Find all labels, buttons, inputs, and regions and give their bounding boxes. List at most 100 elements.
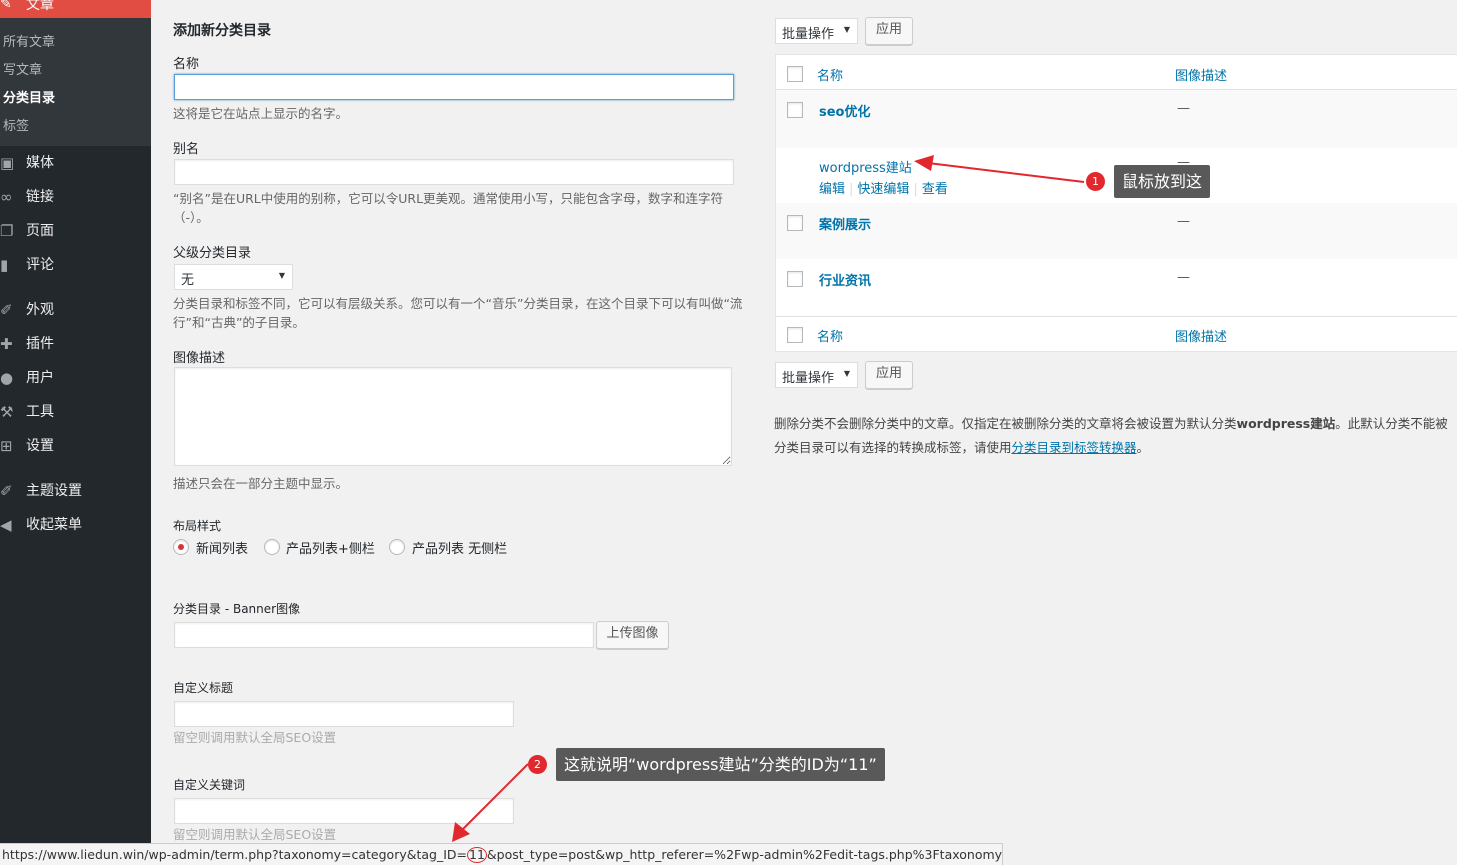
row-checkbox[interactable] bbox=[787, 215, 803, 231]
column-header-image-desc[interactable]: 图像描述 bbox=[1175, 65, 1227, 84]
column-header-name[interactable]: 名称 bbox=[817, 65, 843, 84]
name-input[interactable] bbox=[174, 74, 734, 100]
sidebar-item-label: 插件 bbox=[26, 336, 54, 352]
user-icon: ● bbox=[0, 369, 14, 387]
sidebar-item-label: 外观 bbox=[26, 302, 54, 318]
category-tag-converter-link[interactable]: 分类目录到标签转换器 bbox=[1012, 440, 1137, 455]
chevron-down-icon: ▼ bbox=[843, 25, 850, 34]
bulk-actions-select-top[interactable]: 批量操作 ▼ bbox=[775, 18, 858, 44]
category-name-link[interactable]: seo优化 bbox=[819, 101, 871, 120]
category-name-link[interactable]: 行业资讯 bbox=[819, 270, 871, 289]
sidebar-item-label: 媒体 bbox=[26, 155, 54, 171]
sidebar-item-label: 文章 bbox=[26, 0, 54, 13]
sidebar-item-plugins[interactable]: ✚ 插件 bbox=[0, 327, 151, 361]
column-footer-image-desc[interactable]: 图像描述 bbox=[1175, 326, 1227, 345]
parent-desc-line1: 分类目录和标签不同，它可以有层级关系。您可以有一个“音乐”分类目录，在这个目录下… bbox=[173, 296, 743, 311]
image-desc-textarea[interactable] bbox=[174, 367, 732, 466]
slug-label: 别名 bbox=[173, 142, 200, 157]
row-actions: 编辑 | 快速编辑 | 查看 bbox=[819, 178, 948, 197]
row-checkbox[interactable] bbox=[787, 271, 803, 287]
browser-status-bar: https://www.liedun.win/wp-admin/term.php… bbox=[0, 843, 1003, 865]
custom-keywords-input[interactable] bbox=[174, 798, 514, 824]
custom-title-label: 自定义标题 bbox=[173, 681, 234, 695]
sidebar-item-theme-settings[interactable]: ✐ 主题设置 bbox=[0, 474, 151, 508]
submenu-all-posts[interactable]: 所有文章 bbox=[3, 31, 55, 50]
submenu-tags[interactable]: 标签 bbox=[3, 115, 29, 134]
status-url-suffix: &post_type=post&wp_http_referer=%2Fwp-ad… bbox=[486, 847, 1003, 862]
sidebar-item-pages[interactable]: ❐ 页面 bbox=[0, 214, 151, 248]
footer-divider bbox=[776, 316, 1457, 317]
arrow-head-2 bbox=[452, 822, 470, 842]
select-all-checkbox-footer[interactable] bbox=[787, 327, 803, 343]
edit-link[interactable]: 编辑 bbox=[819, 182, 845, 197]
layout-option-label: 产品列表 无侧栏 bbox=[412, 542, 508, 557]
layout-option-label: 新闻列表 bbox=[196, 542, 249, 557]
sidebar-item-tools[interactable]: ⚒ 工具 bbox=[0, 395, 151, 429]
sidebar-item-users[interactable]: ● 用户 bbox=[0, 361, 151, 395]
comment-icon: ▮ bbox=[0, 256, 9, 274]
link-icon: ∞ bbox=[0, 188, 13, 206]
layout-radio-news[interactable] bbox=[173, 539, 189, 555]
select-all-checkbox[interactable] bbox=[787, 66, 803, 82]
note-text: 分类目录可以有选择的转换成标签，请使用 bbox=[774, 440, 1012, 455]
category-name-link[interactable]: 案例展示 bbox=[819, 214, 871, 233]
layout-radio-product-sidebar[interactable] bbox=[264, 539, 280, 555]
status-url-prefix: https://www.liedun.win/wp-admin/term.php… bbox=[2, 847, 468, 862]
submenu-categories[interactable]: 分类目录 bbox=[3, 87, 55, 106]
sidebar-item-comments[interactable]: ▮ 评论 bbox=[0, 248, 151, 282]
image-desc-label: 图像描述 bbox=[173, 351, 226, 366]
settings-icon: ⊞ bbox=[0, 437, 13, 455]
parent-description: 分类目录和标签不同，它可以有层级关系。您可以有一个“音乐”分类目录，在这个目录下… bbox=[173, 294, 773, 332]
separator: | bbox=[849, 182, 854, 197]
upload-image-button[interactable]: 上传图像 bbox=[596, 621, 669, 649]
sidebar-collapse-menu[interactable]: ◀ 收起菜单 bbox=[0, 508, 151, 542]
apply-button-bottom[interactable]: 应用 bbox=[865, 361, 913, 389]
image-desc-cell: — bbox=[1177, 270, 1190, 285]
sidebar-item-label: 链接 bbox=[26, 189, 54, 205]
sidebar-item-links[interactable]: ∞ 链接 bbox=[0, 180, 151, 214]
annotation-badge-1: 1 bbox=[1086, 172, 1105, 191]
note-text: 。 bbox=[1136, 440, 1150, 455]
sidebar-item-media[interactable]: ▣ 媒体 bbox=[0, 146, 151, 180]
sidebar-item-label: 设置 bbox=[26, 438, 54, 454]
custom-title-input[interactable] bbox=[174, 701, 514, 727]
bulk-actions-value: 批量操作 bbox=[782, 371, 835, 386]
sidebar-item-appearance[interactable]: ✐ 外观 bbox=[0, 293, 151, 327]
sidebar-item-posts[interactable]: ✎ 文章 bbox=[0, 0, 151, 18]
chevron-down-icon: ▼ bbox=[843, 369, 850, 378]
sidebar-submenu: 所有文章 写文章 分类目录 标签 bbox=[0, 18, 151, 146]
column-footer-name[interactable]: 名称 bbox=[817, 326, 843, 345]
table-row: 案例展示 — bbox=[776, 203, 1457, 259]
sidebar-item-label: 收起菜单 bbox=[26, 517, 82, 533]
category-name-link[interactable]: wordpress建站 bbox=[819, 157, 912, 176]
sidebar-item-label: 页面 bbox=[26, 223, 54, 239]
name-description: 这将是它在站点上显示的名字。 bbox=[173, 106, 349, 121]
default-category-name: wordpress建站 bbox=[1236, 416, 1336, 431]
sidebar-item-settings[interactable]: ⊞ 设置 bbox=[0, 429, 151, 463]
sidebar-item-label: 工具 bbox=[26, 404, 54, 420]
quick-edit-link[interactable]: 快速编辑 bbox=[857, 182, 909, 197]
theme-settings-icon: ✐ bbox=[0, 482, 13, 500]
banner-label: 分类目录 - Banner图像 bbox=[173, 602, 301, 616]
parent-label: 父级分类目录 bbox=[173, 246, 252, 261]
layout-label: 布局样式 bbox=[173, 519, 222, 533]
bulk-actions-select-bottom[interactable]: 批量操作 ▼ bbox=[775, 362, 858, 388]
slug-description: “别名”是在URL中使用的别称，它可以令URL更美观。通常使用小写，只能包含字母… bbox=[173, 189, 763, 227]
parent-select[interactable]: 无 ▼ bbox=[174, 264, 293, 290]
annotation-badge-2: 2 bbox=[528, 755, 547, 774]
banner-url-input[interactable] bbox=[174, 622, 594, 648]
layout-radio-product-no-sidebar[interactable] bbox=[389, 539, 405, 555]
image-desc-cell: — bbox=[1177, 214, 1190, 229]
view-link[interactable]: 查看 bbox=[922, 182, 948, 197]
slug-desc-line1: “别名”是在URL中使用的别称，它可以令URL更美观。通常使用小写，只能包含字母… bbox=[173, 191, 724, 206]
row-checkbox[interactable] bbox=[787, 102, 803, 118]
submenu-write-post[interactable]: 写文章 bbox=[3, 59, 42, 78]
layout-option-label: 产品列表+侧栏 bbox=[286, 542, 375, 557]
tools-icon: ⚒ bbox=[0, 403, 14, 421]
page-icon: ❐ bbox=[0, 222, 14, 240]
slug-input[interactable] bbox=[174, 159, 734, 185]
sidebar-item-label: 用户 bbox=[26, 370, 54, 386]
apply-button-top[interactable]: 应用 bbox=[865, 17, 913, 45]
form-title: 添加新分类目录 bbox=[173, 23, 271, 39]
delete-note: 删除分类不会删除分类中的文章。仅指定在被删除分类的文章将会被设置为默认分类wor… bbox=[774, 414, 1448, 433]
